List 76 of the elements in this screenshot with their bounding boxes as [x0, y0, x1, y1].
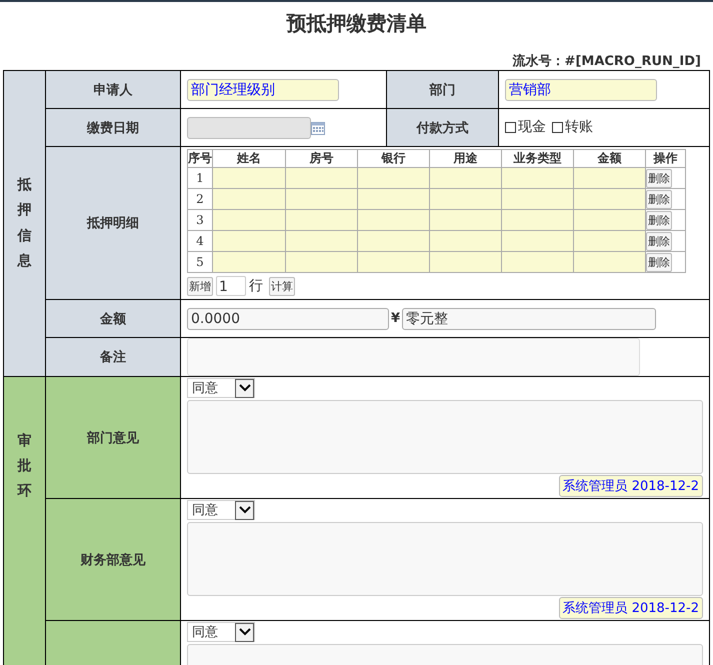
form-title: 预抵押缴费清单 — [285, 10, 428, 37]
field-label: 部门 — [386, 70, 498, 108]
detail-input-field[interactable] — [286, 230, 358, 252]
detail-input-field[interactable] — [212, 230, 286, 252]
calendar-icon[interactable] — [311, 120, 325, 134]
detail-input-field[interactable] — [286, 210, 358, 230]
detail-input-field[interactable] — [212, 210, 286, 230]
detail-input-field[interactable] — [430, 188, 502, 210]
chevron-down-icon — [238, 384, 250, 392]
detail-input-field[interactable] — [430, 230, 502, 252]
column-header: 序号 — [188, 150, 212, 168]
detail-input-field[interactable] — [358, 210, 430, 230]
row-unit: 行 — [249, 277, 263, 295]
detail-input-field[interactable] — [502, 188, 574, 210]
section-label: 审批环 — [18, 432, 32, 502]
detail-input-field[interactable] — [430, 210, 502, 230]
detail-input-field[interactable] — [574, 188, 646, 210]
detail-input-field[interactable] — [358, 168, 430, 188]
detail-input-field[interactable] — [430, 252, 502, 272]
field-label: 备注 — [46, 338, 180, 376]
opinion-select[interactable]: 同意 — [187, 378, 255, 398]
date-field[interactable] — [187, 116, 311, 138]
detail-input-field[interactable] — [502, 252, 574, 272]
detail-input-field[interactable] — [286, 252, 358, 272]
row-count-field[interactable]: 1 — [216, 276, 246, 296]
field-label: 缴费日期 — [46, 108, 180, 146]
detail-input-field[interactable] — [286, 188, 358, 210]
detail-input-field[interactable] — [286, 168, 358, 188]
currency-sign: ¥ — [391, 311, 400, 326]
field-label: 申请人 — [46, 70, 180, 108]
signature-stamp: 系统管理员 2018-12-2 — [558, 475, 703, 497]
add-button[interactable]: 新增 — [187, 276, 213, 296]
detail-input-field[interactable] — [212, 188, 286, 210]
field-label: 付款方式 — [386, 108, 498, 146]
signature-stamp: 系统管理员 2018-12-2 — [558, 597, 703, 619]
remark-field[interactable] — [187, 338, 640, 376]
detail-input-field[interactable] — [212, 168, 286, 188]
delete-button[interactable]: 删除 — [646, 168, 672, 188]
detail-input-field[interactable] — [358, 188, 430, 210]
detail-input-field[interactable] — [574, 230, 646, 252]
detail-input-field[interactable] — [358, 252, 430, 272]
checkbox-label: 现金 — [518, 118, 546, 136]
delete-button[interactable]: 删除 — [646, 210, 672, 230]
calculate-button[interactable]: 计算 — [269, 276, 295, 296]
opinion-select[interactable]: 同意 — [187, 622, 255, 642]
chevron-down-icon — [238, 506, 250, 514]
opinion-field[interactable] — [187, 522, 703, 596]
checkbox[interactable] — [552, 122, 563, 133]
amount-words-field[interactable]: 零元整 — [402, 308, 656, 330]
delete-button[interactable]: 删除 — [646, 190, 672, 208]
detail-input-field[interactable] — [358, 230, 430, 252]
field-label: 部门意见 — [46, 376, 180, 498]
field-label: 抵押明细 — [46, 146, 180, 300]
opinion-select[interactable]: 同意 — [187, 500, 255, 520]
section-label: 抵押信息 — [18, 176, 32, 271]
department-field[interactable]: 营销部 — [505, 78, 657, 100]
delete-button[interactable]: 删除 — [646, 232, 672, 250]
detail-input-field[interactable] — [502, 230, 574, 252]
column-header: 操作 — [646, 150, 686, 168]
field-label: 财务部意见 — [46, 498, 180, 620]
field-label: 金额 — [46, 300, 180, 338]
detail-input-field[interactable] — [212, 252, 286, 272]
detail-input-field[interactable] — [574, 168, 646, 188]
amount-field[interactable]: 0.0000 — [187, 308, 389, 330]
detail-input-field[interactable] — [502, 210, 574, 230]
applicant-field[interactable]: 部门经理级别 — [187, 78, 339, 100]
checkbox-label: 转账 — [565, 118, 593, 136]
detail-input-field[interactable] — [502, 168, 574, 188]
delete-button[interactable]: 删除 — [646, 252, 672, 272]
column-header: 姓名 — [212, 150, 286, 168]
opinion-field[interactable] — [187, 400, 703, 474]
checkbox[interactable] — [505, 122, 516, 133]
detail-input-field[interactable] — [574, 252, 646, 272]
detail-input-field[interactable] — [430, 168, 502, 188]
detail-input-field[interactable] — [574, 210, 646, 230]
chevron-down-icon — [238, 628, 250, 636]
